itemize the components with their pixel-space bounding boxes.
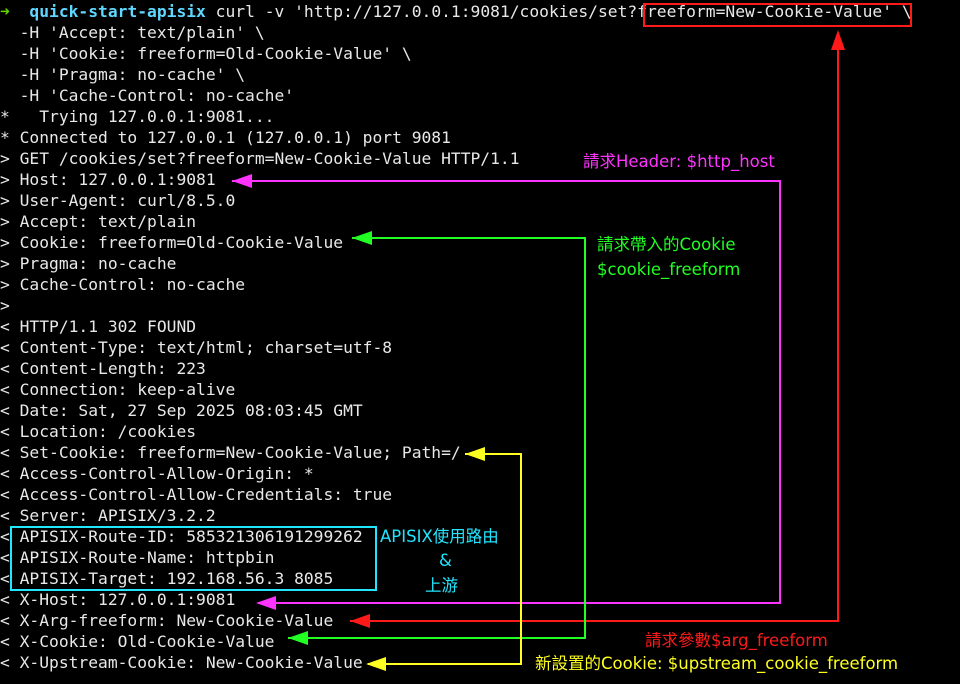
annotation-arrows [232,30,845,671]
red-arrowhead-icon [831,30,845,50]
green-arrowhead-icon [288,631,308,645]
annotation-cookie-freeform-line1: 請求帶入的Cookie [597,235,736,254]
annotation-route-line3: 上游 [425,576,458,595]
annotation-upstream-cookie: 新設置的Cookie: $upstream_cookie_freeform [535,654,899,673]
annotation-cookie-freeform-line2: $cookie_freeform [597,260,741,279]
yellow-arrowhead-icon [465,447,485,461]
annotation-route-line1: APISIX使用路由 [380,527,499,546]
magenta-arrowhead-icon [256,596,276,610]
red-arrowhead-icon [350,614,370,628]
green-arrowhead-icon [352,231,372,245]
terminal-window[interactable]: ➜ quick-start-apisix curl -v 'http://127… [0,0,960,684]
magenta-arrowhead-icon [232,174,252,188]
annotation-http-host: 請求Header: $http_host [583,152,775,171]
annotation-arg-freeform: 請求參數$arg_freeform [645,631,828,650]
annotation-route-line2: & [439,551,452,570]
yellow-arrowhead-icon [366,657,386,671]
